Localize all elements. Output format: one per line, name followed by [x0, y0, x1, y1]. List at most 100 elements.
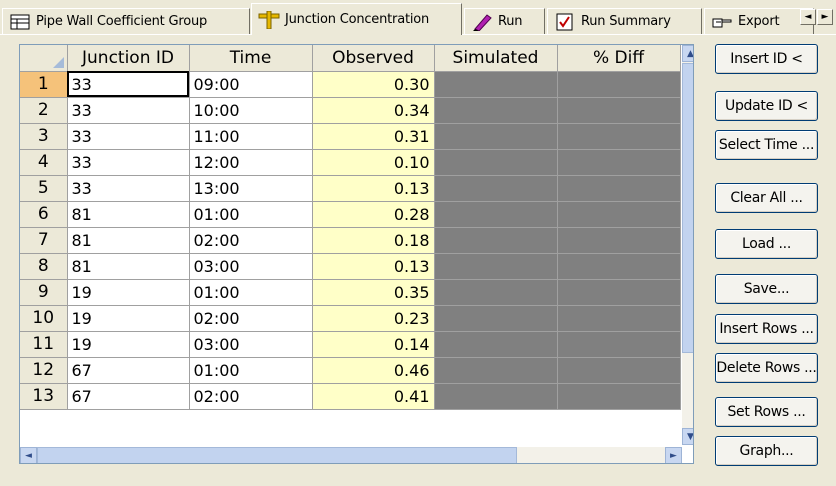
load-button[interactable]: Load ... — [715, 229, 818, 259]
percent-diff-cell[interactable] — [557, 305, 681, 332]
observed-cell[interactable]: 0.13 — [312, 253, 435, 280]
tab-scroll-left-button[interactable]: ◄ — [800, 9, 816, 25]
junction-id-cell[interactable]: 33 — [67, 149, 190, 176]
percent-diff-cell[interactable] — [557, 201, 681, 228]
junction-id-cell[interactable]: 19 — [67, 279, 190, 306]
time-cell[interactable]: 12:00 — [189, 149, 313, 176]
row-header[interactable]: 5 — [20, 175, 68, 202]
tab-export[interactable]: Export — [704, 8, 814, 34]
set-rows-button[interactable]: Set Rows ... — [715, 397, 818, 427]
junction-id-cell[interactable]: 33 — [67, 175, 190, 202]
junction-id-cell[interactable]: 67 — [67, 357, 190, 384]
row-header[interactable]: 10 — [20, 305, 68, 332]
tab-junction-concentration[interactable]: Junction Concentration — [251, 3, 462, 35]
tab-scroll-right-button[interactable]: ► — [817, 9, 833, 25]
observed-cell[interactable]: 0.18 — [312, 227, 435, 254]
simulated-cell[interactable] — [434, 357, 558, 384]
tab-run-summary[interactable]: Run Summary — [547, 8, 702, 34]
observed-cell[interactable]: 0.14 — [312, 331, 435, 358]
time-cell[interactable]: 03:00 — [189, 253, 313, 280]
table-row[interactable]: 6 81 01:00 0.28 — [20, 201, 681, 228]
percent-diff-cell[interactable] — [557, 253, 681, 280]
table-row[interactable]: 7 81 02:00 0.18 — [20, 227, 681, 254]
scroll-left-button[interactable]: ◄ — [20, 447, 37, 463]
table-row[interactable]: 13 67 02:00 0.41 — [20, 383, 681, 410]
time-cell[interactable]: 13:00 — [189, 175, 313, 202]
percent-diff-cell[interactable] — [557, 383, 681, 410]
row-header[interactable]: 13 — [20, 383, 68, 410]
horizontal-scroll-thumb[interactable] — [37, 447, 517, 463]
column-header-simulated[interactable]: Simulated — [434, 45, 558, 72]
observed-cell[interactable]: 0.35 — [312, 279, 435, 306]
junction-id-cell[interactable]: 81 — [67, 253, 190, 280]
observed-cell[interactable]: 0.30 — [312, 71, 435, 98]
observed-cell[interactable]: 0.31 — [312, 123, 435, 150]
simulated-cell[interactable] — [434, 279, 558, 306]
table-row[interactable]: 12 67 01:00 0.46 — [20, 357, 681, 384]
row-header[interactable]: 7 — [20, 227, 68, 254]
junction-id-cell[interactable]: 81 — [67, 201, 190, 228]
table-row[interactable]: 3 33 11:00 0.31 — [20, 123, 681, 150]
observed-cell[interactable]: 0.23 — [312, 305, 435, 332]
simulated-cell[interactable] — [434, 71, 558, 98]
simulated-cell[interactable] — [434, 97, 558, 124]
table-row[interactable]: 1 33 09:00 0.30 — [20, 71, 681, 98]
junction-concentration-grid[interactable]: Junction ID Time Observed Simulated % Di… — [19, 44, 694, 464]
time-cell[interactable]: 02:00 — [189, 305, 313, 332]
simulated-cell[interactable] — [434, 253, 558, 280]
junction-id-cell[interactable]: 19 — [67, 305, 190, 332]
column-header-junction-id[interactable]: Junction ID — [67, 45, 190, 72]
row-header[interactable]: 4 — [20, 149, 68, 176]
row-header[interactable]: 1 — [20, 71, 68, 98]
junction-id-cell[interactable]: 67 — [67, 383, 190, 410]
simulated-cell[interactable] — [434, 149, 558, 176]
simulated-cell[interactable] — [434, 123, 558, 150]
select-all-corner[interactable] — [20, 45, 68, 72]
time-cell[interactable]: 11:00 — [189, 123, 313, 150]
vertical-scroll-thumb[interactable] — [682, 63, 693, 353]
column-header-observed[interactable]: Observed — [312, 45, 435, 72]
row-header[interactable]: 12 — [20, 357, 68, 384]
simulated-cell[interactable] — [434, 227, 558, 254]
observed-cell[interactable]: 0.46 — [312, 357, 435, 384]
tab-pipe-wall-coefficient-group[interactable]: Pipe Wall Coefficient Group — [2, 8, 250, 34]
horizontal-scrollbar[interactable]: ◄ ► — [20, 447, 682, 463]
percent-diff-cell[interactable] — [557, 227, 681, 254]
graph-button[interactable]: Graph... — [715, 436, 818, 466]
junction-id-cell[interactable]: 33 — [67, 123, 190, 150]
percent-diff-cell[interactable] — [557, 331, 681, 358]
simulated-cell[interactable] — [434, 331, 558, 358]
table-row[interactable]: 4 33 12:00 0.10 — [20, 149, 681, 176]
table-row[interactable]: 8 81 03:00 0.13 — [20, 253, 681, 280]
time-cell[interactable]: 02:00 — [189, 383, 313, 410]
insert-rows-button[interactable]: Insert Rows ... — [715, 314, 818, 344]
percent-diff-cell[interactable] — [557, 279, 681, 306]
time-cell[interactable]: 10:00 — [189, 97, 313, 124]
row-header[interactable]: 8 — [20, 253, 68, 280]
percent-diff-cell[interactable] — [557, 175, 681, 202]
time-cell[interactable]: 01:00 — [189, 201, 313, 228]
percent-diff-cell[interactable] — [557, 123, 681, 150]
scroll-right-button[interactable]: ► — [665, 447, 682, 463]
time-cell[interactable]: 01:00 — [189, 279, 313, 306]
junction-id-cell[interactable]: 19 — [67, 331, 190, 358]
observed-cell[interactable]: 0.34 — [312, 97, 435, 124]
percent-diff-cell[interactable] — [557, 97, 681, 124]
observed-cell[interactable]: 0.10 — [312, 149, 435, 176]
tab-run[interactable]: Run — [464, 8, 545, 34]
insert-id-button[interactable]: Insert ID < — [715, 44, 818, 74]
scroll-down-button[interactable]: ▼ — [682, 428, 693, 445]
percent-diff-cell[interactable] — [557, 357, 681, 384]
table-row[interactable]: 11 19 03:00 0.14 — [20, 331, 681, 358]
junction-id-cell[interactable]: 81 — [67, 227, 190, 254]
column-header-percent-diff[interactable]: % Diff — [557, 45, 681, 72]
column-header-time[interactable]: Time — [189, 45, 313, 72]
time-cell[interactable]: 01:00 — [189, 357, 313, 384]
observed-cell[interactable]: 0.28 — [312, 201, 435, 228]
time-cell[interactable]: 03:00 — [189, 331, 313, 358]
junction-id-cell[interactable]: 33 — [67, 97, 190, 124]
vertical-scrollbar[interactable]: ▲ ▼ — [682, 45, 693, 445]
table-row[interactable]: 5 33 13:00 0.13 — [20, 175, 681, 202]
row-header[interactable]: 9 — [20, 279, 68, 306]
table-row[interactable]: 2 33 10:00 0.34 — [20, 97, 681, 124]
